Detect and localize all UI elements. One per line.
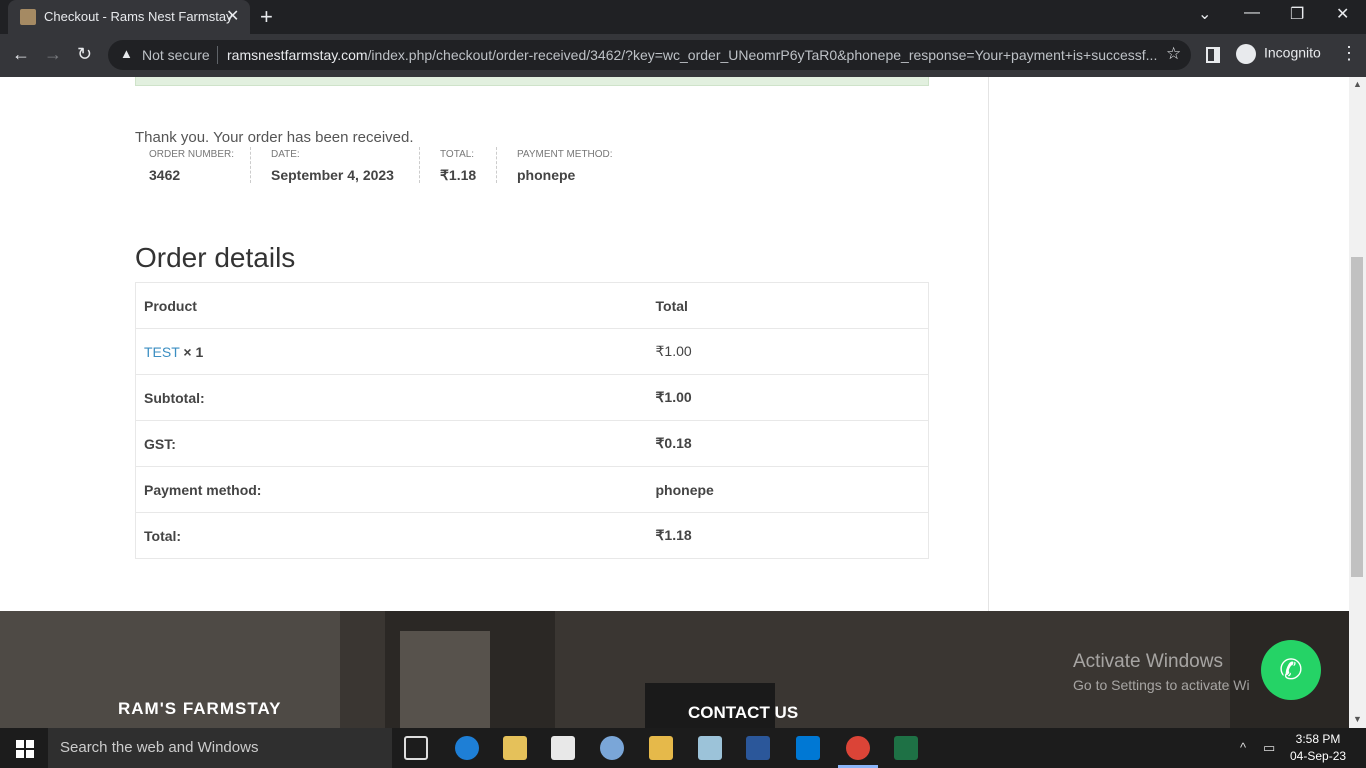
table-row: Payment method: phonepe bbox=[135, 466, 929, 513]
url-path: /index.php/checkout/order-received/3462/… bbox=[367, 47, 1157, 63]
warning-icon[interactable]: ▲ bbox=[120, 46, 133, 61]
activate-windows-watermark: Activate Windows Go to Settings to activ… bbox=[1073, 651, 1250, 693]
table-row: Total: ₹1.18 bbox=[135, 512, 929, 559]
row-label: Subtotal: bbox=[135, 374, 648, 421]
url-host: ramsnestfarmstay.com bbox=[227, 47, 368, 63]
success-notice bbox=[135, 77, 929, 86]
overview-divider bbox=[250, 147, 251, 183]
taskbar-search-box[interactable]: Search the web and Windows bbox=[48, 728, 392, 768]
order-date-label: DATE: bbox=[271, 149, 300, 160]
product-link[interactable]: TEST bbox=[144, 344, 180, 360]
row-label: Payment method: bbox=[135, 466, 648, 513]
menu-kebab-icon[interactable]: ⋮ bbox=[1340, 43, 1358, 64]
table-row: GST: ₹0.18 bbox=[135, 420, 929, 467]
product-cell: TEST × 1 bbox=[135, 328, 648, 375]
whatsapp-chat-icon[interactable]: ✆ bbox=[1261, 640, 1321, 700]
paint-icon[interactable] bbox=[600, 736, 624, 760]
site-favicon-icon bbox=[20, 9, 36, 25]
row-label: Total: bbox=[135, 512, 648, 559]
windows-taskbar: Search the web and Windows ^ ▭ 3:58 PM 0… bbox=[0, 728, 1366, 768]
column-header-total: Total bbox=[647, 282, 929, 329]
row-value: phonepe bbox=[647, 466, 929, 513]
address-divider bbox=[217, 46, 218, 64]
site-footer: RAM'S FARMSTAY CONTACT US Activate Windo… bbox=[0, 611, 1349, 728]
row-value: ₹0.18 bbox=[647, 420, 929, 467]
footer-brand: RAM'S FARMSTAY bbox=[118, 699, 282, 718]
payment-method-label: PAYMENT METHOD: bbox=[517, 149, 613, 160]
tray-overflow-icon[interactable]: ^ bbox=[1240, 740, 1246, 755]
tab-active[interactable]: Checkout - Rams Nest Farmstay ✕ bbox=[8, 0, 250, 34]
scroll-up-icon[interactable]: ▲ bbox=[1353, 79, 1362, 89]
clock-date: 04-Sep-23 bbox=[1290, 749, 1347, 763]
overview-divider bbox=[496, 147, 497, 183]
order-received-message: Thank you. Your order has been received. bbox=[135, 129, 414, 146]
close-window-icon[interactable]: ✕ bbox=[1336, 4, 1349, 24]
notepad-icon[interactable] bbox=[698, 736, 722, 760]
scrollbar-thumb[interactable] bbox=[1351, 257, 1363, 577]
browser-toolbar: ← → ↻ ▲ Not secure ramsnestfarmstay.com/… bbox=[0, 34, 1366, 77]
page-scrollbar[interactable]: ▲ ▼ bbox=[1349, 77, 1366, 728]
page-content: Thank you. Your order has been received.… bbox=[0, 77, 1366, 728]
forward-icon[interactable]: → bbox=[44, 44, 62, 65]
order-total-value: ₹1.18 bbox=[440, 167, 477, 183]
file-explorer-icon[interactable] bbox=[503, 736, 527, 760]
footer-background-photo bbox=[400, 631, 490, 728]
table-header-row: Product Total bbox=[135, 282, 929, 329]
watermark-subtitle: Go to Settings to activate Wi bbox=[1073, 677, 1250, 693]
product-quantity: × 1 bbox=[183, 343, 204, 360]
vscode-icon[interactable] bbox=[796, 736, 820, 760]
incognito-indicator[interactable]: Incognito bbox=[1236, 44, 1321, 64]
order-number: ORDER NUMBER: 3462 bbox=[149, 149, 234, 183]
side-panel-icon[interactable] bbox=[1206, 47, 1220, 63]
word-icon[interactable] bbox=[746, 736, 770, 760]
new-tab-icon[interactable]: + bbox=[260, 4, 273, 30]
order-payment-method: PAYMENT METHOD: phonepe bbox=[517, 149, 613, 183]
product-total: ₹1.00 bbox=[647, 328, 929, 375]
order-details-table: Product Total TEST × 1 ₹1.00 Subtotal: ₹… bbox=[135, 282, 929, 559]
sidebar-divider bbox=[988, 77, 989, 611]
incognito-label: Incognito bbox=[1264, 44, 1321, 61]
order-date: DATE: September 4, 2023 bbox=[271, 149, 394, 183]
excel-icon[interactable] bbox=[894, 736, 918, 760]
order-number-label: ORDER NUMBER: bbox=[149, 149, 235, 160]
tab-search-icon[interactable]: ⌄ bbox=[1198, 4, 1211, 24]
payment-method-value: phonepe bbox=[517, 167, 576, 183]
watermark-title: Activate Windows bbox=[1073, 651, 1223, 672]
order-total-label: TOTAL: bbox=[440, 149, 475, 160]
system-clock[interactable]: 3:58 PM 04-Sep-23 bbox=[1290, 731, 1346, 765]
back-icon[interactable]: ← bbox=[12, 44, 30, 65]
column-header-product: Product bbox=[135, 282, 648, 329]
edge-browser-icon[interactable] bbox=[455, 736, 479, 760]
row-value: ₹1.18 bbox=[647, 512, 929, 559]
chrome-icon[interactable] bbox=[846, 736, 870, 760]
row-label: GST: bbox=[135, 420, 648, 467]
url-text[interactable]: ramsnestfarmstay.com/index.php/checkout/… bbox=[227, 47, 1157, 63]
incognito-icon bbox=[1236, 44, 1256, 64]
action-center-icon[interactable]: ▭ bbox=[1263, 740, 1275, 756]
store-icon[interactable] bbox=[551, 736, 575, 760]
tab-close-icon[interactable]: ✕ bbox=[226, 6, 239, 26]
tab-strip: Checkout - Rams Nest Farmstay ✕ + ⌄ — ❐ … bbox=[0, 0, 1366, 34]
order-date-value: September 4, 2023 bbox=[271, 167, 394, 183]
order-number-value: 3462 bbox=[149, 167, 181, 183]
footer-contact-heading: CONTACT US bbox=[688, 703, 799, 722]
clock-time: 3:58 PM bbox=[1295, 732, 1341, 746]
windows-start-icon[interactable] bbox=[16, 740, 34, 758]
address-bar[interactable]: ▲ Not secure ramsnestfarmstay.com/index.… bbox=[108, 40, 1191, 70]
restore-icon[interactable]: ❐ bbox=[1290, 4, 1304, 24]
task-view-icon[interactable] bbox=[404, 736, 428, 760]
table-row: TEST × 1 ₹1.00 bbox=[135, 328, 929, 375]
order-total: TOTAL: ₹1.18 bbox=[440, 149, 476, 184]
folder-icon[interactable] bbox=[649, 736, 673, 760]
scroll-down-icon[interactable]: ▼ bbox=[1353, 714, 1362, 724]
row-value: ₹1.00 bbox=[647, 374, 929, 421]
security-label[interactable]: Not secure bbox=[142, 47, 210, 63]
tab-title: Checkout - Rams Nest Farmstay bbox=[44, 9, 233, 24]
table-row: Subtotal: ₹1.00 bbox=[135, 374, 929, 421]
order-details-heading: Order details bbox=[135, 242, 296, 273]
minimize-icon[interactable]: — bbox=[1244, 4, 1260, 22]
reload-icon[interactable]: ↻ bbox=[77, 44, 92, 65]
bookmark-star-icon[interactable]: ☆ bbox=[1166, 44, 1181, 64]
overview-divider bbox=[419, 147, 420, 183]
